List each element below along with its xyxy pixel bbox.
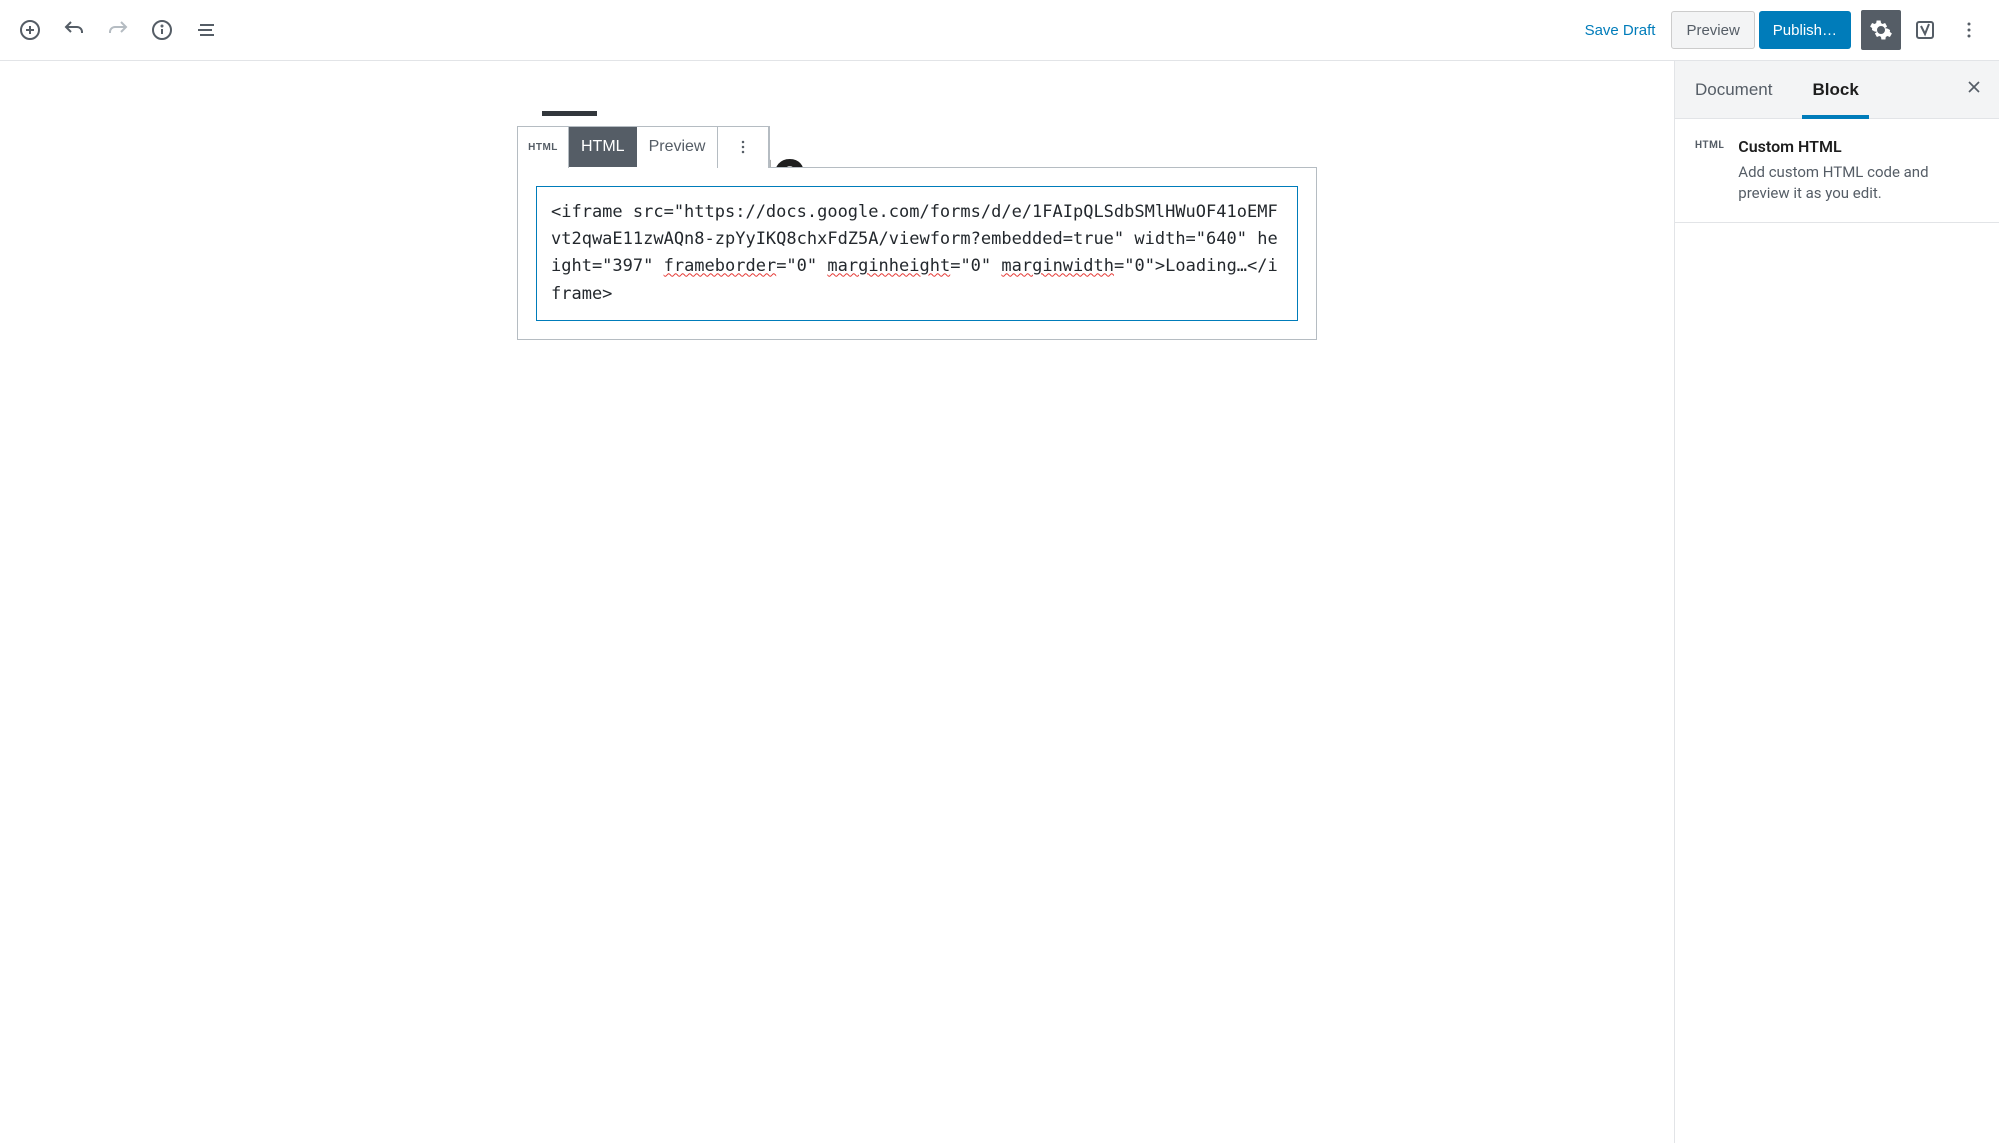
editor-canvas[interactable]: New Page HTML HTML Preview <box>0 61 1674 1143</box>
gear-icon <box>1869 18 1893 42</box>
custom-html-block[interactable]: HTML HTML Preview <iframe src="https:// <box>517 167 1317 340</box>
save-draft-button[interactable]: Save Draft <box>1573 10 1668 50</box>
yoast-icon <box>1913 18 1937 42</box>
panel-text: Custom HTML Add custom HTML code and pre… <box>1738 137 1979 204</box>
main-area: New Page HTML HTML Preview <box>0 61 1999 1143</box>
outline-icon <box>194 18 218 42</box>
html-tab[interactable]: HTML <box>569 127 637 167</box>
close-icon <box>1964 77 1984 97</box>
yoast-seo-button[interactable] <box>1905 10 1945 50</box>
preview-tab[interactable]: Preview <box>637 127 718 167</box>
block-description: Add custom HTML code and preview it as y… <box>1738 162 1979 204</box>
html-code-textarea[interactable]: <iframe src="https://docs.google.com/for… <box>536 186 1298 321</box>
plus-circle-icon <box>18 18 42 42</box>
sidebar-tabs: Document Block <box>1675 61 1999 119</box>
more-options-button[interactable] <box>1949 10 1989 50</box>
close-sidebar-button[interactable] <box>1949 61 1999 118</box>
top-bar-right: Save Draft Preview Publish… <box>1573 10 1989 50</box>
info-icon <box>150 18 174 42</box>
publish-button[interactable]: Publish… <box>1759 11 1851 49</box>
preview-button[interactable]: Preview <box>1671 11 1754 49</box>
redo-icon <box>106 18 130 42</box>
block-type-button[interactable]: HTML <box>518 127 568 167</box>
settings-sidebar: Document Block HTML Custom HTML Add cust… <box>1674 61 1999 1143</box>
block-title: Custom HTML <box>1738 137 1979 156</box>
html-icon: HTML <box>528 142 558 153</box>
block-navigation-button[interactable] <box>186 10 226 50</box>
tab-block[interactable]: Block <box>1792 61 1878 118</box>
block-body: <iframe src="https://docs.google.com/for… <box>518 168 1316 339</box>
redo-button[interactable] <box>98 10 138 50</box>
title-accent <box>542 111 597 116</box>
top-bar-left <box>10 10 226 50</box>
editor-content: New Page HTML HTML Preview <box>357 111 1317 340</box>
kebab-icon <box>733 137 753 157</box>
undo-button[interactable] <box>54 10 94 50</box>
settings-button[interactable] <box>1861 10 1901 50</box>
block-more-button[interactable] <box>718 127 768 167</box>
undo-icon <box>62 18 86 42</box>
html-icon: HTML <box>1695 137 1724 204</box>
block-info-panel: HTML Custom HTML Add custom HTML code an… <box>1675 119 1999 223</box>
tab-document[interactable]: Document <box>1675 61 1792 118</box>
editor-top-bar: Save Draft Preview Publish… <box>0 0 1999 61</box>
add-block-button[interactable] <box>10 10 50 50</box>
kebab-icon <box>1957 18 1981 42</box>
content-info-button[interactable] <box>142 10 182 50</box>
block-toolbar: HTML HTML Preview <box>517 126 770 168</box>
